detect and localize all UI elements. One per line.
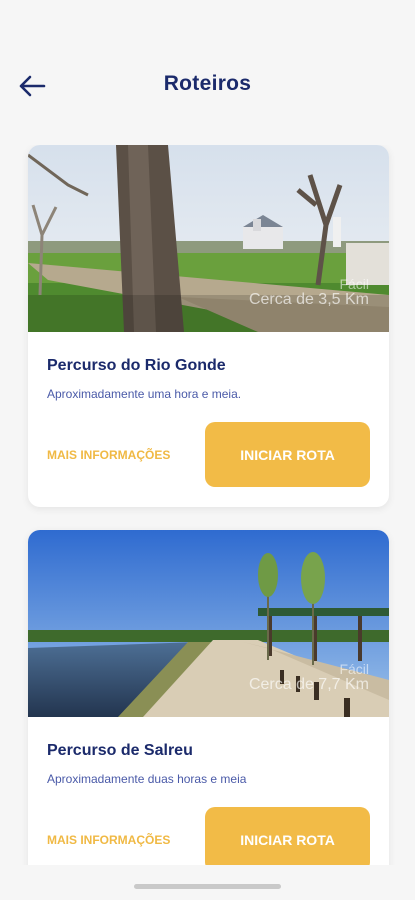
distance-label: Cerca de 7,7 Km [248,676,369,693]
route-list[interactable]: Fácil Cerca de 3,5 Km Percurso do Rio Go… [0,145,415,865]
page-title: Roteiros [163,72,252,95]
more-info-link[interactable]: MAIS INFORMAÇÕES [47,833,170,847]
route-description: Aproximadamente duas horas e meia [47,772,247,786]
route-title: Percurso do Rio Gonde [47,357,226,374]
start-route-button[interactable]: INICIAR ROTA [205,422,370,487]
distance-label: Cerca de 3,5 Km [248,291,369,308]
start-route-button[interactable]: INICIAR ROTA [205,807,370,865]
more-info-link[interactable]: MAIS INFORMAÇÕES [47,448,170,462]
route-image-salreu: Fácil Cerca de 7,7 Km [28,530,389,717]
route-card: Fácil Cerca de 3,5 Km Percurso do Rio Go… [28,145,389,507]
difficulty-label: Fácil [339,276,369,292]
home-indicator[interactable] [134,884,281,889]
difficulty-label: Fácil [339,661,369,677]
route-description: Aproximadamente uma hora e meia. [47,387,242,401]
route-image-rio-gonde: Fácil Cerca de 3,5 Km [28,145,389,332]
route-card: Fácil Cerca de 7,7 Km Percurso de Salreu… [28,530,389,865]
app-header: Roteiros [0,60,415,112]
route-title: Percurso de Salreu [47,742,193,759]
